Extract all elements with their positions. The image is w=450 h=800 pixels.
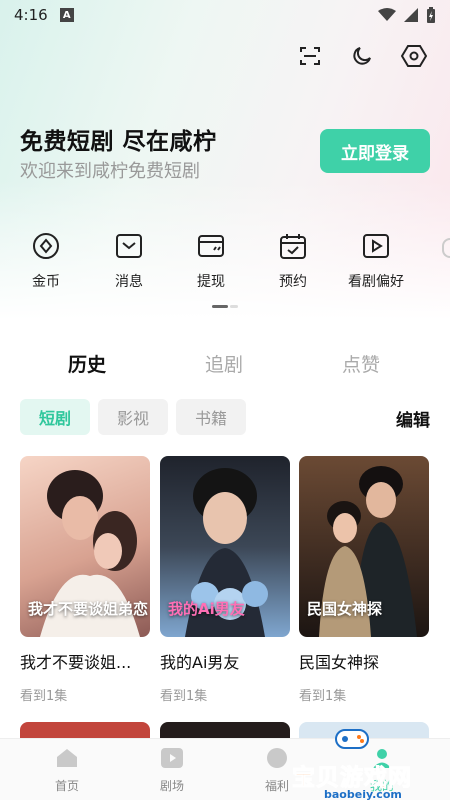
theater-icon <box>142 745 202 771</box>
quick-item-label: 提现 <box>197 274 225 290</box>
history-card[interactable]: 民国女神探 民国女神探 看到1集 <box>299 456 429 704</box>
next-item-peek <box>442 238 450 258</box>
chip-short-drama[interactable]: 短剧 <box>20 399 90 435</box>
quick-item-message[interactable]: 消息 <box>94 230 164 291</box>
pager-dot-active <box>212 305 228 308</box>
message-icon <box>94 230 164 262</box>
wallet-icon <box>176 230 246 262</box>
nav-home[interactable]: 首页 <box>37 745 97 794</box>
chip-books[interactable]: 书籍 <box>176 399 246 435</box>
settings-hexagon-icon[interactable] <box>400 42 428 70</box>
tab-following[interactable]: 追剧 <box>205 350 243 377</box>
top-actions <box>296 42 428 70</box>
hero-subtitle: 欢迎来到咸柠免费短剧 <box>20 161 200 182</box>
quick-item-label: 预约 <box>279 274 307 290</box>
poster-image: 民国女神探 <box>299 456 429 637</box>
quick-item-label: 看剧偏好 <box>348 274 404 290</box>
home-icon <box>37 745 97 771</box>
watermark: 宝贝游戏网 baobeiy.com <box>282 720 422 800</box>
notification-icon: A <box>59 8 74 22</box>
hero-title: 免费短剧 尽在咸柠 <box>20 129 217 155</box>
card-title: 民国女神探 <box>299 653 380 672</box>
poster-image: 我的Ai男友 <box>160 456 290 637</box>
card-title: 我才不要谈姐... <box>20 653 132 672</box>
filter-chips: 短剧 影视 书籍 <box>20 399 246 435</box>
battery-icon <box>427 7 435 23</box>
status-time: 4:16 <box>14 6 48 24</box>
poster-title: 我才不要谈姐弟恋 <box>28 600 149 618</box>
quick-menu: 金币 消息 提现 预约 看剧偏好 <box>0 230 450 290</box>
coin-icon <box>11 230 81 262</box>
play-icon <box>341 230 411 262</box>
history-card[interactable]: 我才不要谈姐弟恋 我才不要谈姐... 看到1集 <box>20 456 150 704</box>
watermark-url: baobeiy.com <box>324 788 402 800</box>
chip-film-tv[interactable]: 影视 <box>98 399 168 435</box>
history-card[interactable]: 我的Ai男友 我的Ai男友 看到1集 <box>160 456 290 704</box>
tab-likes[interactable]: 点赞 <box>342 350 380 377</box>
card-progress: 看到1集 <box>160 689 208 704</box>
card-progress: 看到1集 <box>20 689 68 704</box>
pager-indicator <box>212 305 238 308</box>
history-tabs: 历史 追剧 点赞 <box>0 350 450 378</box>
calendar-icon <box>258 230 328 262</box>
poster-title: 民国女神探 <box>307 600 383 618</box>
wifi-icon <box>378 8 396 21</box>
card-progress: 看到1集 <box>299 689 347 704</box>
quick-item-preference[interactable]: 看剧偏好 <box>341 230 411 291</box>
nav-label: 首页 <box>54 779 79 793</box>
poster-image: 我才不要谈姐弟恋 <box>20 456 150 637</box>
scan-icon[interactable] <box>296 42 324 70</box>
moon-icon[interactable] <box>348 42 376 70</box>
tab-history[interactable]: 历史 <box>68 350 106 377</box>
status-indicators <box>378 7 436 23</box>
quick-item-label: 金币 <box>32 274 60 290</box>
nav-theater[interactable]: 剧场 <box>142 745 202 794</box>
edit-button[interactable]: 编辑 <box>396 406 430 431</box>
quick-item-withdraw[interactable]: 提现 <box>176 230 246 291</box>
poster-title: 我的Ai男友 <box>168 600 245 618</box>
nav-label: 剧场 <box>159 779 184 793</box>
status-bar: 4:16 A <box>0 0 450 30</box>
card-title: 我的Ai男友 <box>160 653 240 672</box>
pager-dot <box>230 305 238 308</box>
login-button[interactable]: 立即登录 <box>320 129 430 173</box>
quick-item-label: 消息 <box>115 274 143 290</box>
quick-item-coin[interactable]: 金币 <box>11 230 81 291</box>
watermark-text: 宝贝游戏网 <box>292 765 412 792</box>
quick-item-reserve[interactable]: 预约 <box>258 230 328 291</box>
signal-icon <box>404 8 418 22</box>
gamepad-icon <box>335 729 369 749</box>
